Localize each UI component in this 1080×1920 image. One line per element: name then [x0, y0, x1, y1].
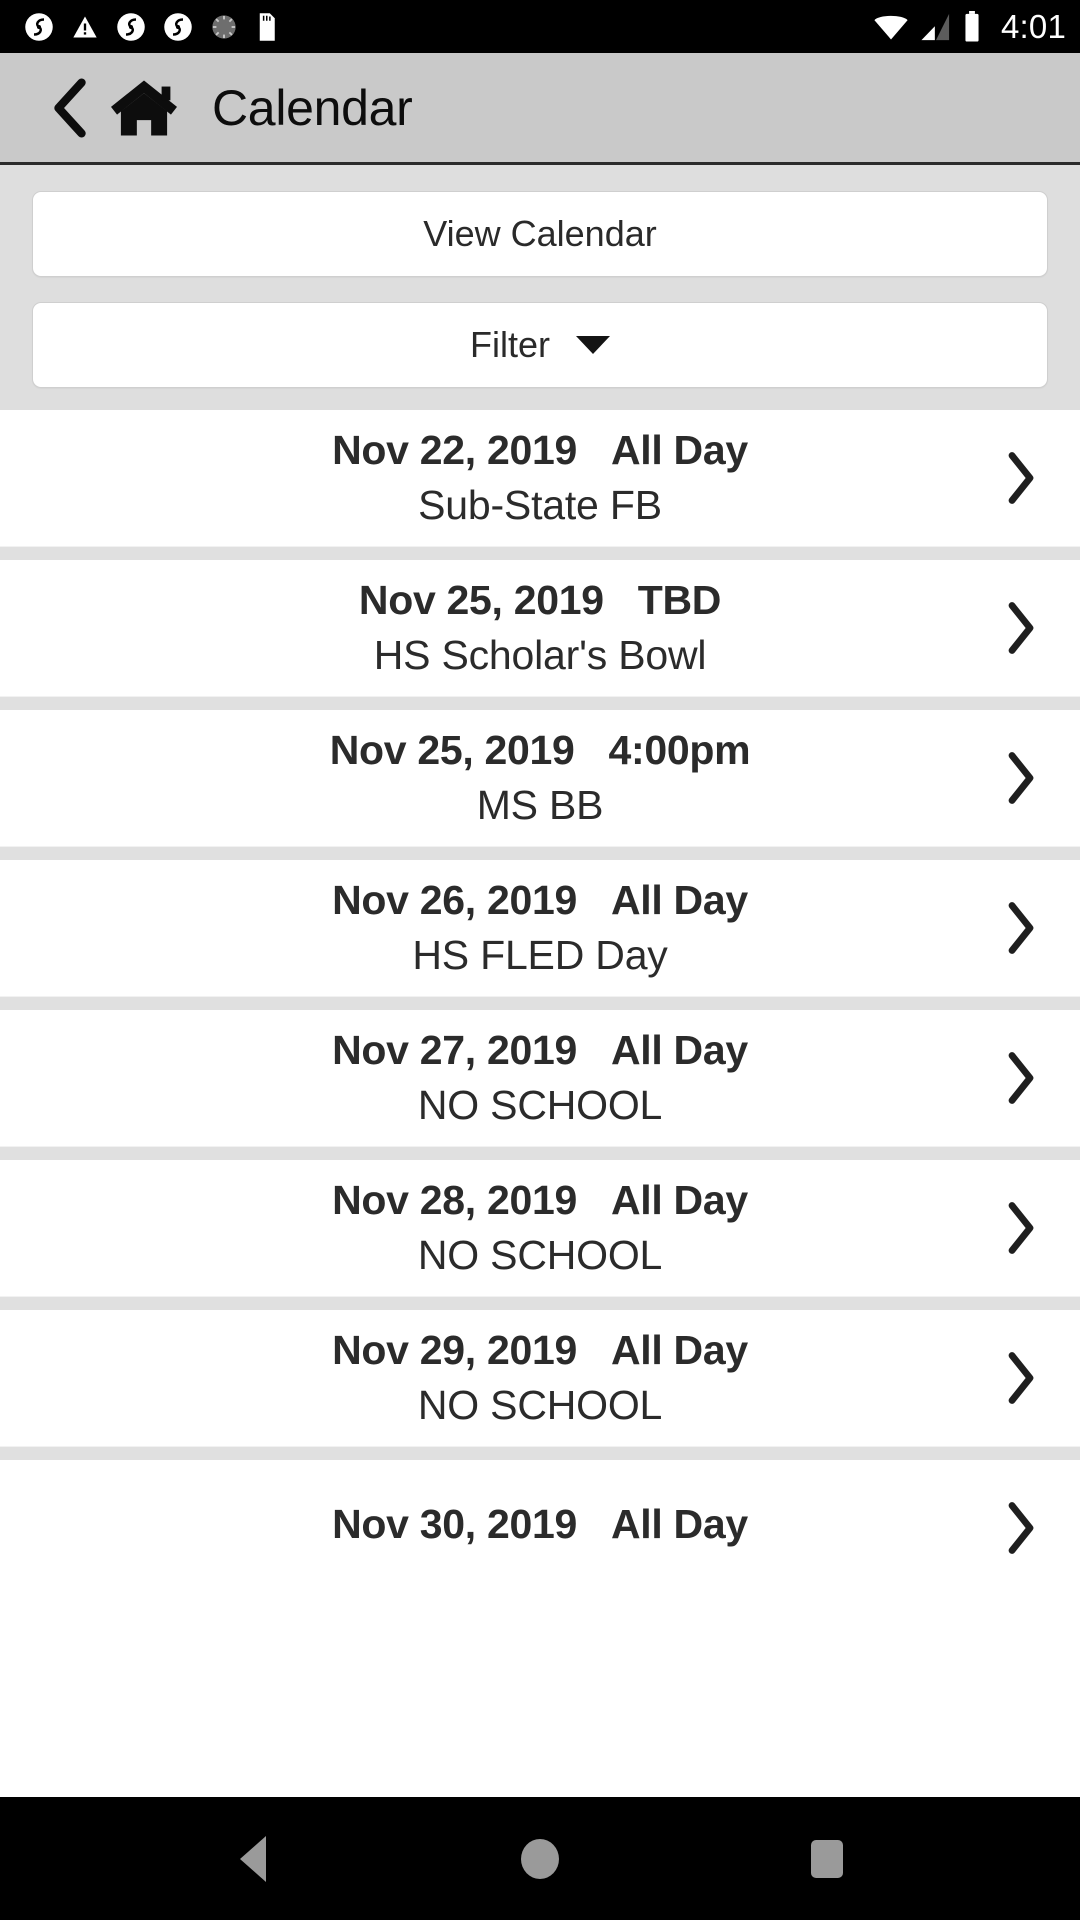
sync-spinner-icon [212, 14, 236, 39]
event-title: NO SCHOOL [417, 1232, 663, 1278]
chevron-right-icon [1008, 752, 1034, 804]
app-logo-icon [164, 12, 192, 41]
status-bar-system-icons: 4:01 [873, 8, 1066, 46]
chevron-right-icon [1008, 902, 1034, 954]
phone-screen: 4:01 Calendar View Calendar Filter Nov 2… [0, 0, 1080, 1920]
event-row-primary: Nov 27, 2019 All Day [332, 1027, 748, 1074]
home-icon [111, 80, 177, 135]
event-date: Nov 29, 2019 [332, 1327, 577, 1373]
square-recents-icon [810, 1839, 843, 1878]
event-row[interactable]: Nov 26, 2019 All Day HS FLED Day [0, 860, 1080, 996]
warning-triangle-icon [73, 16, 97, 37]
chevron-right-icon [1008, 1052, 1034, 1104]
event-date: Nov 27, 2019 [332, 1027, 577, 1073]
event-row[interactable]: Nov 30, 2019 All Day [0, 1460, 1080, 1596]
event-row-primary: Nov 28, 2019 All Day [332, 1177, 748, 1224]
app-logo-icon [25, 12, 53, 41]
event-date: Nov 30, 2019 [332, 1500, 577, 1547]
event-row-chevron[interactable] [998, 1198, 1044, 1258]
event-time: 4:00pm [608, 727, 751, 773]
event-row-chevron[interactable] [998, 748, 1044, 808]
event-row-primary: Nov 25, 2019 TBD [358, 577, 722, 624]
event-time: All Day [610, 1177, 748, 1223]
event-row[interactable]: Nov 22, 2019 All Day Sub-State FB [0, 410, 1080, 546]
event-row-chevron[interactable] [998, 448, 1044, 508]
chevron-right-icon [1008, 1202, 1034, 1254]
event-row[interactable]: Nov 25, 2019 4:00pm MS BB [0, 710, 1080, 846]
event-row-primary: Nov 26, 2019 All Day [332, 877, 748, 924]
event-time: All Day [610, 1500, 748, 1547]
status-bar-notification-icons [24, 12, 277, 42]
event-row[interactable]: Nov 25, 2019 TBD HS Scholar's Bowl [0, 560, 1080, 696]
event-title: HS FLED Day [412, 932, 668, 978]
event-row-primary: Nov 29, 2019 All Day [332, 1327, 748, 1374]
home-button[interactable] [106, 70, 182, 146]
event-row[interactable]: Nov 27, 2019 All Day NO SCHOOL [0, 1010, 1080, 1146]
status-bar: 4:01 [0, 0, 1080, 53]
event-row-chevron[interactable] [998, 1048, 1044, 1108]
caret-down-icon [576, 336, 610, 354]
event-list[interactable]: Nov 22, 2019 All Day Sub-State FB Nov 25, 2… [0, 410, 1080, 1797]
chevron-right-icon [1008, 452, 1034, 504]
view-calendar-label: View Calendar [423, 213, 657, 254]
nav-home-button[interactable] [485, 1819, 595, 1899]
event-time: All Day [610, 1027, 748, 1073]
event-time: All Day [610, 1327, 748, 1373]
chevron-right-icon [1008, 1502, 1034, 1554]
list-separator [0, 1446, 1080, 1460]
triangle-back-icon [240, 1835, 267, 1882]
list-separator [0, 546, 1080, 560]
filter-label: Filter [470, 324, 550, 365]
list-separator [0, 696, 1080, 710]
event-date: Nov 25, 2019 [358, 577, 604, 623]
event-time: TBD [637, 577, 722, 623]
event-title: NO SCHOOL [417, 1382, 663, 1428]
event-row[interactable]: Nov 28, 2019 All Day NO SCHOOL [0, 1160, 1080, 1296]
event-title: NO SCHOOL [417, 1082, 663, 1128]
app-logo-icon [117, 12, 145, 41]
app-header: Calendar [0, 53, 1080, 165]
event-title: HS Scholar's Bowl [373, 632, 707, 678]
event-row-chevron[interactable] [998, 1348, 1044, 1408]
circle-home-icon [520, 1838, 559, 1879]
chevron-right-icon [1008, 602, 1034, 654]
event-row[interactable]: Nov 29, 2019 All Day NO SCHOOL [0, 1310, 1080, 1446]
filter-dropdown-button[interactable]: Filter [32, 302, 1048, 388]
view-calendar-button[interactable]: View Calendar [32, 191, 1048, 277]
list-separator [0, 996, 1080, 1010]
list-separator [0, 1296, 1080, 1310]
chevron-right-icon [1008, 1352, 1034, 1404]
event-row-primary: Nov 22, 2019 All Day [332, 427, 748, 474]
event-date: Nov 28, 2019 [332, 1177, 577, 1223]
status-bar-clock: 4:01 [1000, 7, 1066, 45]
android-navigation-bar [0, 1797, 1080, 1920]
back-button[interactable] [46, 74, 94, 142]
event-date: Nov 25, 2019 [329, 727, 575, 773]
cellular-signal-icon [921, 13, 950, 40]
event-row-primary: Nov 30, 2019 All Day [332, 1501, 748, 1548]
page-title: Calendar [212, 79, 413, 136]
event-title: Sub-State FB [418, 482, 662, 528]
nav-back-button[interactable] [198, 1819, 308, 1899]
calendar-controls-panel: View Calendar Filter [0, 165, 1080, 410]
event-time: All Day [610, 427, 748, 473]
chevron-left-icon [54, 77, 86, 138]
list-separator [0, 1146, 1080, 1160]
battery-icon [965, 10, 979, 42]
event-title: MS BB [476, 782, 604, 828]
event-row-chevron[interactable] [998, 598, 1044, 658]
sd-card-icon [259, 12, 275, 41]
event-date: Nov 26, 2019 [332, 877, 577, 923]
event-date: Nov 22, 2019 [332, 427, 577, 473]
event-row-chevron[interactable] [998, 898, 1044, 958]
event-row-primary: Nov 25, 2019 4:00pm [330, 727, 751, 774]
list-separator [0, 846, 1080, 860]
event-row-chevron[interactable] [998, 1498, 1044, 1558]
nav-recents-button[interactable] [772, 1819, 882, 1899]
event-time: All Day [610, 877, 748, 923]
wifi-icon [874, 15, 908, 39]
